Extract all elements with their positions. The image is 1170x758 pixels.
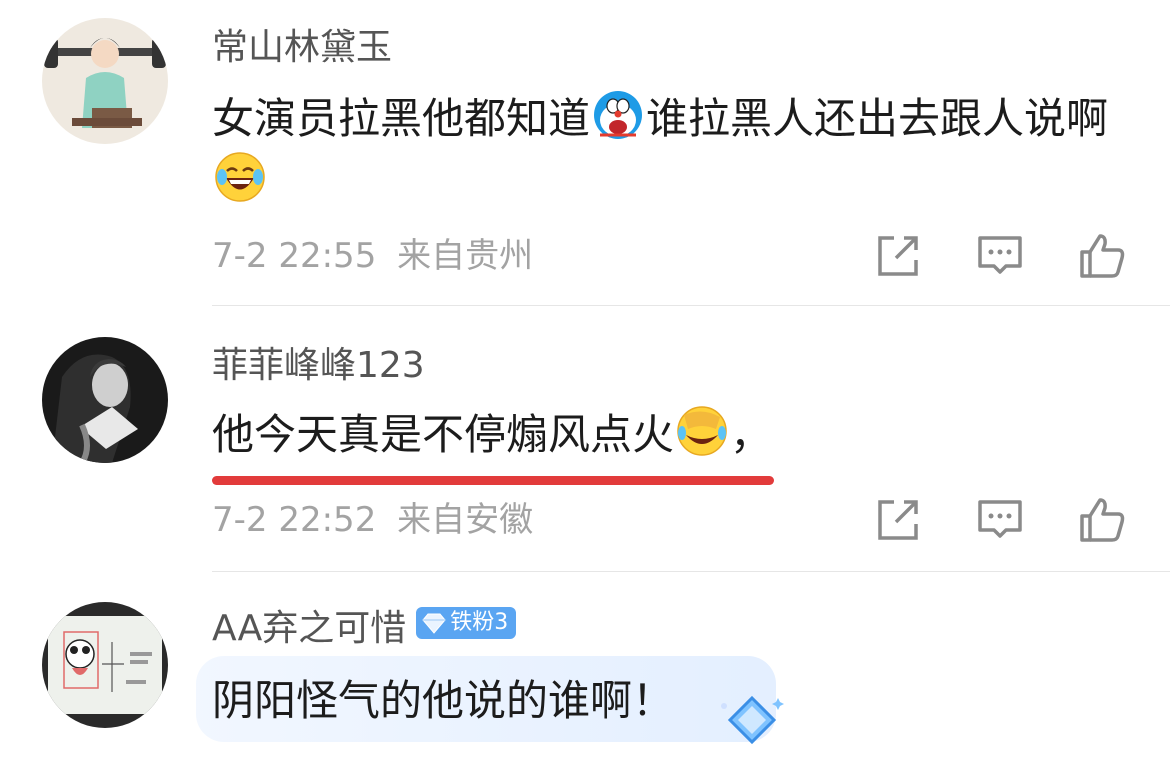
fan-badge-label: 铁粉3 [450, 610, 509, 635]
username[interactable]: AA弃之可惜 铁粉3 [212, 607, 517, 651]
comment-icon[interactable] [976, 232, 1024, 280]
location: 来自贵州 [397, 236, 534, 276]
comment-text-part: ， [730, 410, 773, 459]
fan-badge[interactable]: 铁粉3 [416, 607, 517, 639]
avatar[interactable] [42, 18, 168, 144]
diamond-icon [422, 613, 446, 634]
comment-text-part: 谁拉黑人还出去跟人说啊 [646, 94, 1109, 143]
laughing-tears-emoji-icon [215, 152, 265, 202]
comment-text-part: 女演员拉黑他都知道 [212, 94, 591, 143]
comment-text: 阴阳怪气的他说的谁啊！ [212, 676, 675, 725]
comment-meta: 7-2 22:55 来自贵州 [212, 236, 533, 276]
highlight-underline [212, 476, 774, 485]
comment-text: 他今天真是不停煽风点火 ， [212, 404, 1142, 466]
like-icon[interactable] [1078, 496, 1126, 544]
share-icon[interactable] [874, 232, 922, 280]
avatar[interactable] [42, 337, 168, 463]
divider [212, 571, 1170, 572]
avatar[interactable] [42, 602, 168, 728]
username-text: AA弃之可惜 [212, 608, 407, 649]
username[interactable]: 常山林黛玉 [212, 26, 392, 70]
comment-meta: 7-2 22:52 来自安徽 [212, 500, 533, 540]
timestamp: 7-2 22:55 [212, 236, 377, 276]
timestamp: 7-2 22:52 [212, 500, 377, 540]
doraemon-emoji-icon [594, 91, 643, 139]
username[interactable]: 菲菲峰峰123 [212, 344, 425, 388]
comment-icon[interactable] [976, 496, 1024, 544]
comment-text-part: 他今天真是不停煽风点火 [212, 410, 675, 459]
divider [212, 305, 1170, 306]
sparkle-diamond-icon [721, 695, 784, 745]
location: 来自安徽 [397, 500, 534, 540]
like-icon[interactable] [1078, 232, 1126, 280]
share-icon[interactable] [874, 496, 922, 544]
comment-text: 女演员拉黑他都知道 谁拉黑人还出去跟人说啊 [212, 88, 1142, 212]
face-palm-laughing-emoji-icon [677, 406, 727, 456]
